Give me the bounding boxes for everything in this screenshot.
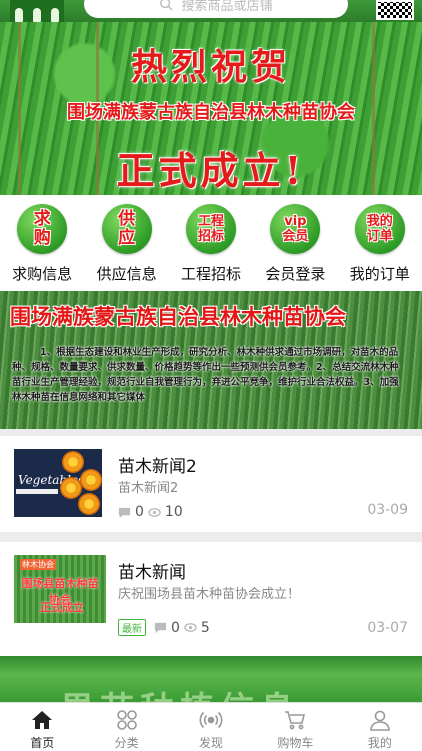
- eye-icon: [148, 507, 161, 517]
- orange-slice-image: [62, 451, 84, 473]
- intro-title: 围场满族蒙古族自治县林木种苗协会: [10, 304, 346, 329]
- tab-label: 购物车: [277, 736, 314, 750]
- news-summary: 苗木新闻2: [118, 481, 179, 496]
- home-icon: [32, 711, 53, 729]
- comment-count: 0: [171, 619, 180, 636]
- quick-link-purchase[interactable]: 求 购 求购信息: [0, 195, 84, 284]
- tree-icon: [15, 8, 23, 22]
- orange-slice-image: [60, 477, 82, 499]
- news-thumbnail: Vegetables: [14, 449, 102, 517]
- quick-link-label: 供应信息: [96, 265, 157, 283]
- bottom-banner-text: 果苗种植信息: [60, 682, 300, 702]
- new-badge: 最新: [118, 619, 146, 636]
- user-icon: [370, 710, 390, 731]
- eye-icon: [184, 623, 197, 632]
- tab-discover[interactable]: 发现: [169, 703, 253, 751]
- broadcast-icon: [199, 711, 223, 729]
- top-header: 搜索商品或店铺: [0, 0, 422, 22]
- news-date: 03-09: [367, 502, 408, 518]
- vip-icon: vip 会员: [270, 204, 321, 254]
- tree-icon: [51, 8, 59, 22]
- news-stats: 最新 0 5: [118, 619, 210, 636]
- quick-link-label: 工程招标: [180, 265, 241, 283]
- news-list: Vegetables 苗木新闻2 苗木新闻2 0 10 03-09 林木协会 围…: [0, 436, 422, 660]
- quick-links: 求 购 求购信息 供 应 供应信息 工程 招标 工程招标 vip 会员 会员登录…: [0, 195, 422, 291]
- comment-icon: [154, 622, 167, 634]
- banner-celebration[interactable]: 热烈祝贺 围场满族蒙古族自治县林木种苗协会 正式成立!: [0, 22, 422, 195]
- banner-bottom[interactable]: 果苗种植信息: [0, 650, 422, 702]
- view-count: 5: [200, 619, 210, 636]
- tab-profile[interactable]: 我的: [338, 703, 422, 751]
- quick-link-label: 求购信息: [12, 265, 73, 283]
- orange-slice-image: [78, 493, 100, 515]
- news-stats: 0 10: [118, 504, 183, 520]
- view-count: 10: [164, 504, 183, 520]
- app-logo[interactable]: [10, 0, 64, 22]
- comment-icon: [118, 507, 131, 518]
- thumbnail-text: 林木协会: [20, 559, 56, 570]
- news-summary: 庆祝围场县苗木种苗协会成立！: [118, 587, 301, 602]
- banner-established: 正式成立!: [116, 148, 306, 193]
- news-date: 03-07: [367, 620, 408, 636]
- tab-label: 分类: [114, 736, 139, 750]
- search-input[interactable]: 搜索商品或店铺: [84, 0, 348, 18]
- bottom-tab-bar: 首页 分类 发现 购物车 我的: [0, 702, 422, 751]
- supply-icon: 供 应: [101, 204, 152, 254]
- grid-icon: [116, 710, 137, 730]
- tab-label: 我的: [367, 736, 392, 750]
- quick-link-member-login[interactable]: vip 会员 会员登录: [253, 195, 337, 284]
- bidding-icon: 工程 招标: [185, 204, 236, 254]
- quick-link-label: 我的订单: [349, 265, 410, 283]
- tab-label: 首页: [30, 736, 55, 750]
- purchase-icon: 求 购: [17, 204, 68, 254]
- quick-link-supply[interactable]: 供 应 供应信息: [85, 195, 169, 284]
- tab-label: 发现: [199, 736, 224, 750]
- banner-association-intro[interactable]: 围场满族蒙古族自治县林木种苗协会 1、根据生态建设和林业生产形成，研究分析、林木…: [0, 291, 422, 429]
- quick-link-my-orders[interactable]: 我的 订单 我的订单: [338, 195, 422, 284]
- search-icon: [160, 0, 174, 11]
- orange-slice-image: [80, 469, 102, 491]
- banner-association-name: 围场满族蒙古族自治县林木种苗协会: [67, 102, 355, 123]
- intro-text: 1、根据生态建设和林业生产形成，研究分析、林木种供求通过市场调研，对苗木的品种、…: [12, 347, 399, 403]
- tab-category[interactable]: 分类: [84, 703, 168, 751]
- news-title: 苗木新闻2: [118, 457, 197, 477]
- quick-link-bidding[interactable]: 工程 招标 工程招标: [169, 195, 253, 284]
- qr-code-icon[interactable]: [376, 0, 414, 20]
- news-thumbnail: 林木协会 围场县苗木种苗协会 正式成立: [14, 555, 106, 623]
- banner-heading: 热烈祝贺: [130, 46, 291, 88]
- list-item[interactable]: Vegetables 苗木新闻2 苗木新闻2 0 10 03-09: [0, 436, 422, 532]
- comment-count: 0: [135, 504, 144, 520]
- tree-icon: [33, 8, 41, 22]
- news-title: 苗木新闻: [118, 563, 186, 583]
- list-item[interactable]: 林木协会 围场县苗木种苗协会 正式成立 苗木新闻 庆祝围场县苗木种苗协会成立！ …: [0, 542, 422, 650]
- thumbnail-caption-bar: [16, 489, 58, 494]
- thumbnail-text: 正式成立: [40, 601, 84, 614]
- tab-cart[interactable]: 购物车: [253, 703, 337, 751]
- search-placeholder: 搜索商品或店铺: [181, 0, 273, 14]
- tab-home[interactable]: 首页: [0, 703, 84, 751]
- quick-link-label: 会员登录: [265, 265, 326, 283]
- cart-icon: [285, 711, 306, 730]
- orders-icon: 我的 订单: [354, 204, 405, 254]
